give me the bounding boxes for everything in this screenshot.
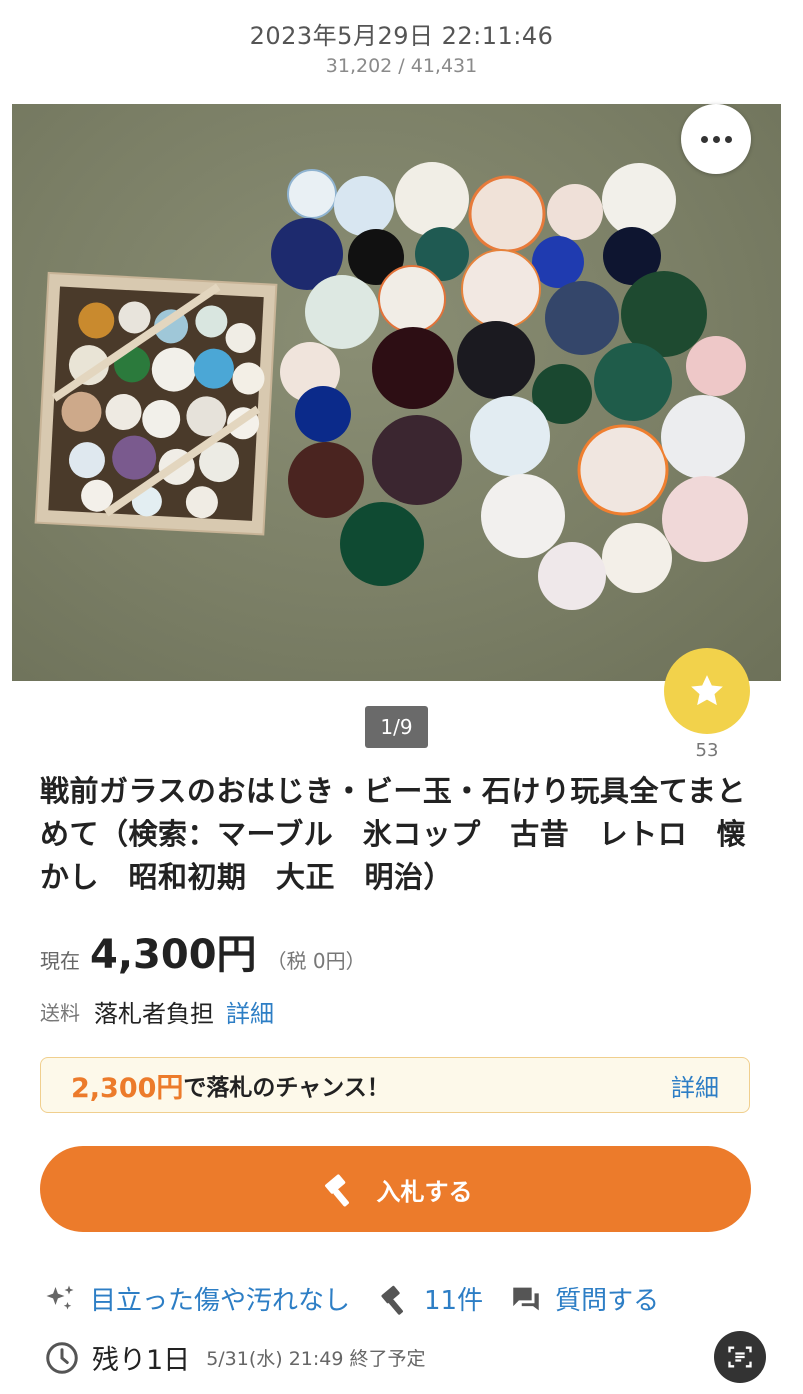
tax-info: （税 0円） <box>266 949 366 973</box>
condition-text: 目立った傷や汚れなし <box>90 1286 351 1316</box>
current-price: 4,300円 <box>90 932 257 978</box>
watch-count: 53 <box>695 740 719 761</box>
scan-text-icon <box>728 1346 752 1368</box>
bid-button-label: 入札する <box>376 1177 473 1206</box>
loose-marbles <box>271 162 748 610</box>
price-row: 現在 4,300円 （税 0円） <box>40 922 366 980</box>
bid-count[interactable]: 11件 <box>376 1280 483 1317</box>
end-time-row: 残り1日 5/31(水) 21:49 終了予定 <box>44 1338 426 1377</box>
item-title: 戦前ガラスのおはじき・ビー玉・石けり玩具全てまとめて（検索：マーブル 氷コップ … <box>40 774 747 894</box>
question-link[interactable]: 質問する <box>509 1280 659 1317</box>
item-counter: 31,202 / 41,431 <box>325 55 478 77</box>
end-datetime: 5/31(水) 21:49 終了予定 <box>206 1348 426 1370</box>
chance-price: 2,300円 <box>71 1072 184 1104</box>
bid-count-text: 11件 <box>424 1286 484 1316</box>
marble-box <box>34 271 278 536</box>
chance-text: で落札のチャンス！ <box>183 1075 390 1101</box>
clock-icon <box>46 1341 78 1374</box>
auction-datetime: 2023年5月29日 22:11:46 <box>249 22 554 50</box>
chance-banner[interactable]: 2,300円 で落札のチャンス！ 詳細 <box>40 1057 750 1113</box>
time-remaining: 残り1日 <box>92 1345 191 1376</box>
bid-button[interactable]: 入札する <box>40 1146 751 1232</box>
more-horizontal-icon <box>700 135 708 143</box>
chat-icon <box>509 1282 543 1316</box>
watch-button[interactable] <box>664 648 750 734</box>
more-options-button[interactable] <box>681 104 751 174</box>
info-row: 目立った傷や汚れなし 11件 質問する <box>42 1280 685 1317</box>
shipping-detail-link[interactable]: 詳細 <box>226 994 274 1029</box>
gavel-small-icon <box>376 1281 412 1317</box>
shipping-row: 送料 落札者負担 詳細 <box>40 994 274 1029</box>
question-text: 質問する <box>555 1286 660 1316</box>
price-label: 現在 <box>40 949 80 973</box>
condition-info[interactable]: 目立った傷や汚れなし <box>42 1280 350 1317</box>
star-icon <box>691 675 723 706</box>
item-photo[interactable] <box>12 104 781 681</box>
marbles-illustration <box>34 162 748 610</box>
scan-button[interactable] <box>714 1331 766 1383</box>
shipping-value: 落札者負担 <box>94 1000 214 1028</box>
gavel-icon <box>324 1174 349 1207</box>
chance-detail-link[interactable]: 詳細 <box>671 1068 719 1103</box>
sparkle-icon <box>42 1281 78 1317</box>
image-page-indicator: 1/9 <box>365 706 428 748</box>
shipping-label: 送料 <box>40 1001 80 1025</box>
